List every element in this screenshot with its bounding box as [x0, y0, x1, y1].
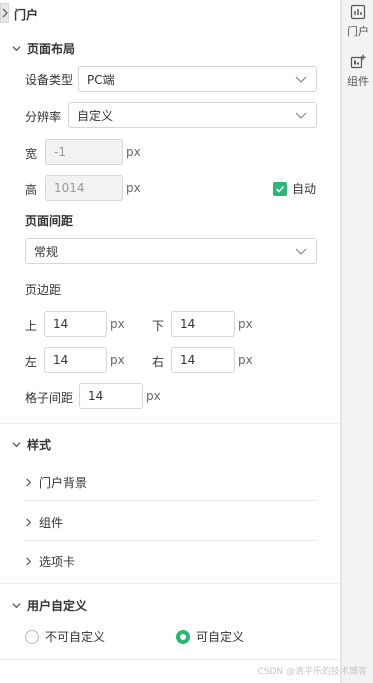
margin-bottom-input[interactable]: 14: [171, 311, 235, 337]
collapse-panel-button[interactable]: [0, 3, 9, 23]
chart-icon: [350, 4, 366, 20]
section-divider: [0, 583, 341, 584]
margin-bottom-label: 下: [152, 319, 165, 333]
style-item-label: 组件: [39, 516, 64, 530]
margin-title: 页边距: [25, 283, 62, 297]
grid-gap-input[interactable]: 14: [79, 383, 143, 409]
settings-panel: 门户 页面布局 设备类型 PC端 分辨率 自定义 宽 -1 px 高 1014 …: [0, 0, 341, 683]
margin-right-input[interactable]: 14: [171, 347, 235, 373]
chevron-down-icon: [295, 248, 307, 255]
style-section-header[interactable]: 样式: [12, 436, 51, 453]
layout-section-title: 页面布局: [27, 42, 76, 56]
device-type-select[interactable]: PC端: [78, 66, 317, 92]
chevron-down-icon: [12, 442, 21, 448]
margin-top-label: 上: [25, 319, 38, 333]
margin-left-label: 左: [25, 355, 38, 369]
custom-section-title: 用户自定义: [27, 599, 88, 613]
style-item-label: 选项卡: [39, 555, 76, 569]
checkbox-checked-icon: [273, 181, 287, 196]
margin-right-label: 右: [152, 355, 165, 369]
section-divider: [0, 423, 341, 424]
margin-right-unit: px: [238, 353, 253, 367]
chevron-right-icon: [2, 8, 8, 18]
right-sidebar: 门户 组件: [341, 0, 373, 683]
margin-top-input[interactable]: 14: [44, 311, 107, 337]
radio-unchecked-icon: [25, 629, 39, 644]
sidebar-item-label: 门户: [347, 25, 369, 38]
style-section-title: 样式: [27, 438, 52, 452]
device-type-label: 设备类型: [25, 73, 74, 87]
item-divider: [25, 540, 317, 541]
width-input[interactable]: -1: [45, 139, 123, 165]
radio-label: 可自定义: [196, 630, 245, 644]
radio-checked-icon: [176, 629, 190, 644]
margin-left-unit: px: [110, 353, 125, 367]
spacing-select[interactable]: 常规: [25, 238, 317, 264]
chevron-down-icon: [295, 112, 307, 119]
radio-label: 不可自定义: [45, 630, 106, 644]
margin-bottom-unit: px: [238, 317, 253, 331]
chevron-down-icon: [12, 603, 21, 609]
resolution-label: 分辨率: [25, 110, 62, 124]
resolution-select[interactable]: 自定义: [68, 102, 317, 128]
section-divider: [0, 659, 341, 660]
width-label: 宽: [25, 147, 38, 161]
grid-gap-unit: px: [146, 389, 161, 403]
panel-title: 门户: [14, 8, 39, 22]
style-item-label: 门户背景: [39, 476, 88, 490]
spacing-section-title: 页面间距: [25, 214, 74, 228]
height-unit: px: [126, 181, 141, 195]
grid-gap-label: 格子间距: [25, 391, 74, 405]
device-type-value: PC端: [87, 72, 115, 87]
chevron-right-icon: [26, 478, 32, 487]
margin-top-unit: px: [110, 317, 125, 331]
height-input[interactable]: 1014: [45, 175, 123, 201]
chevron-right-icon: [26, 518, 32, 527]
chevron-down-icon: [295, 76, 307, 83]
radio-not-customizable[interactable]: 不可自定义: [25, 628, 105, 645]
style-item-portal-background[interactable]: 门户背景: [25, 474, 87, 491]
item-divider: [25, 500, 317, 501]
layout-section-header[interactable]: 页面布局: [12, 40, 75, 57]
chevron-down-icon: [12, 46, 21, 52]
width-unit: px: [126, 145, 141, 159]
custom-section-header[interactable]: 用户自定义: [12, 597, 87, 614]
style-item-component[interactable]: 组件: [25, 514, 63, 531]
chevron-right-icon: [26, 557, 32, 566]
auto-height-label: 自动: [292, 182, 317, 196]
sidebar-item-label: 组件: [347, 75, 369, 88]
add-component-icon: [350, 54, 366, 69]
resolution-value: 自定义: [77, 108, 114, 123]
auto-height-checkbox[interactable]: 自动: [273, 180, 316, 197]
margin-left-input[interactable]: 14: [44, 347, 107, 373]
sidebar-item-component[interactable]: 组件: [342, 54, 373, 89]
radio-customizable[interactable]: 可自定义: [176, 628, 244, 645]
style-item-tabs[interactable]: 选项卡: [25, 553, 75, 570]
sidebar-item-portal[interactable]: 门户: [342, 4, 373, 39]
watermark: CSDN @清平乐的技术博客: [257, 667, 367, 677]
spacing-value: 常规: [34, 244, 59, 259]
height-label: 高: [25, 183, 38, 197]
